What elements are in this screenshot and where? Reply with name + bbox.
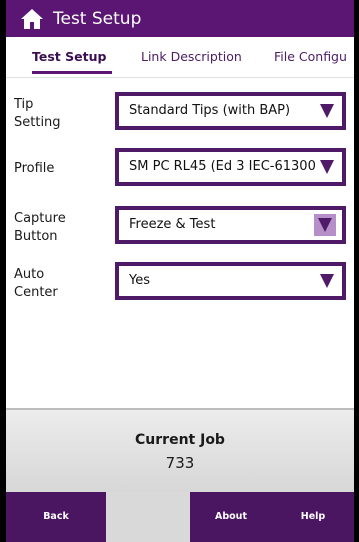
dropdown-arrow-icon [318,218,332,232]
setting-row-profile: Profile SM PC RL45 (Ed 3 IEC-61300 [6,148,354,194]
dropdown-arrow-icon [320,104,334,118]
profile-label: Profile [14,160,54,178]
app-screen: Test Setup Test Setup Link Description F… [6,0,354,542]
label-line: Capture [14,211,66,226]
label-line: Center [14,285,58,300]
setting-row-capture: Capture Button Freeze & Test [6,204,354,250]
current-job-button[interactable]: Current Job 733 [6,408,354,494]
label-line: Auto [14,267,45,282]
device-frame: Test Setup Test Setup Link Description F… [0,0,359,542]
label-line: Setting [14,115,61,130]
dropdown-arrow-icon [320,274,334,288]
active-tab-indicator [32,71,112,74]
page-title: Test Setup [53,8,142,29]
dropdown-value: Freeze & Test [129,217,216,232]
title-bar: Test Setup [6,0,354,37]
footer-bar: Back About Help [6,492,354,542]
back-button[interactable]: Back [6,492,106,542]
capture-button-label: Capture Button [14,210,66,246]
help-button[interactable]: Help [272,492,354,542]
about-button[interactable]: About [190,492,272,542]
home-icon[interactable] [20,8,44,30]
capture-button-dropdown[interactable]: Freeze & Test [115,206,346,244]
screen-bezel-right [354,0,359,542]
profile-dropdown[interactable]: SM PC RL45 (Ed 3 IEC-61300 [115,148,346,186]
tab-bar: Test Setup Link Description File Configu [6,37,354,78]
tab-link-description[interactable]: Link Description [141,37,242,77]
dropdown-value: Standard Tips (with BAP) [129,103,291,118]
tab-file-configuration[interactable]: File Configu [274,37,347,77]
setting-row-auto-center: Auto Center Yes [6,260,354,306]
footer-empty-slot [106,492,190,542]
current-job-label: Current Job [135,432,225,448]
setting-row-tip: Tip Setting Standard Tips (with BAP) [6,92,354,138]
dropdown-value: SM PC RL45 (Ed 3 IEC-61300 [129,159,316,174]
tip-setting-dropdown[interactable]: Standard Tips (with BAP) [115,92,346,130]
label-line: Profile [14,161,55,176]
current-job-value: 733 [165,454,195,472]
auto-center-dropdown[interactable]: Yes [115,262,346,300]
label-line: Button [14,229,58,244]
tip-setting-label: Tip Setting [14,96,61,132]
dropdown-arrow-icon [320,160,334,174]
dropdown-arrow-highlight [314,214,336,236]
dropdown-value: Yes [129,273,150,288]
label-line: Tip [14,97,34,112]
auto-center-label: Auto Center [14,266,58,302]
